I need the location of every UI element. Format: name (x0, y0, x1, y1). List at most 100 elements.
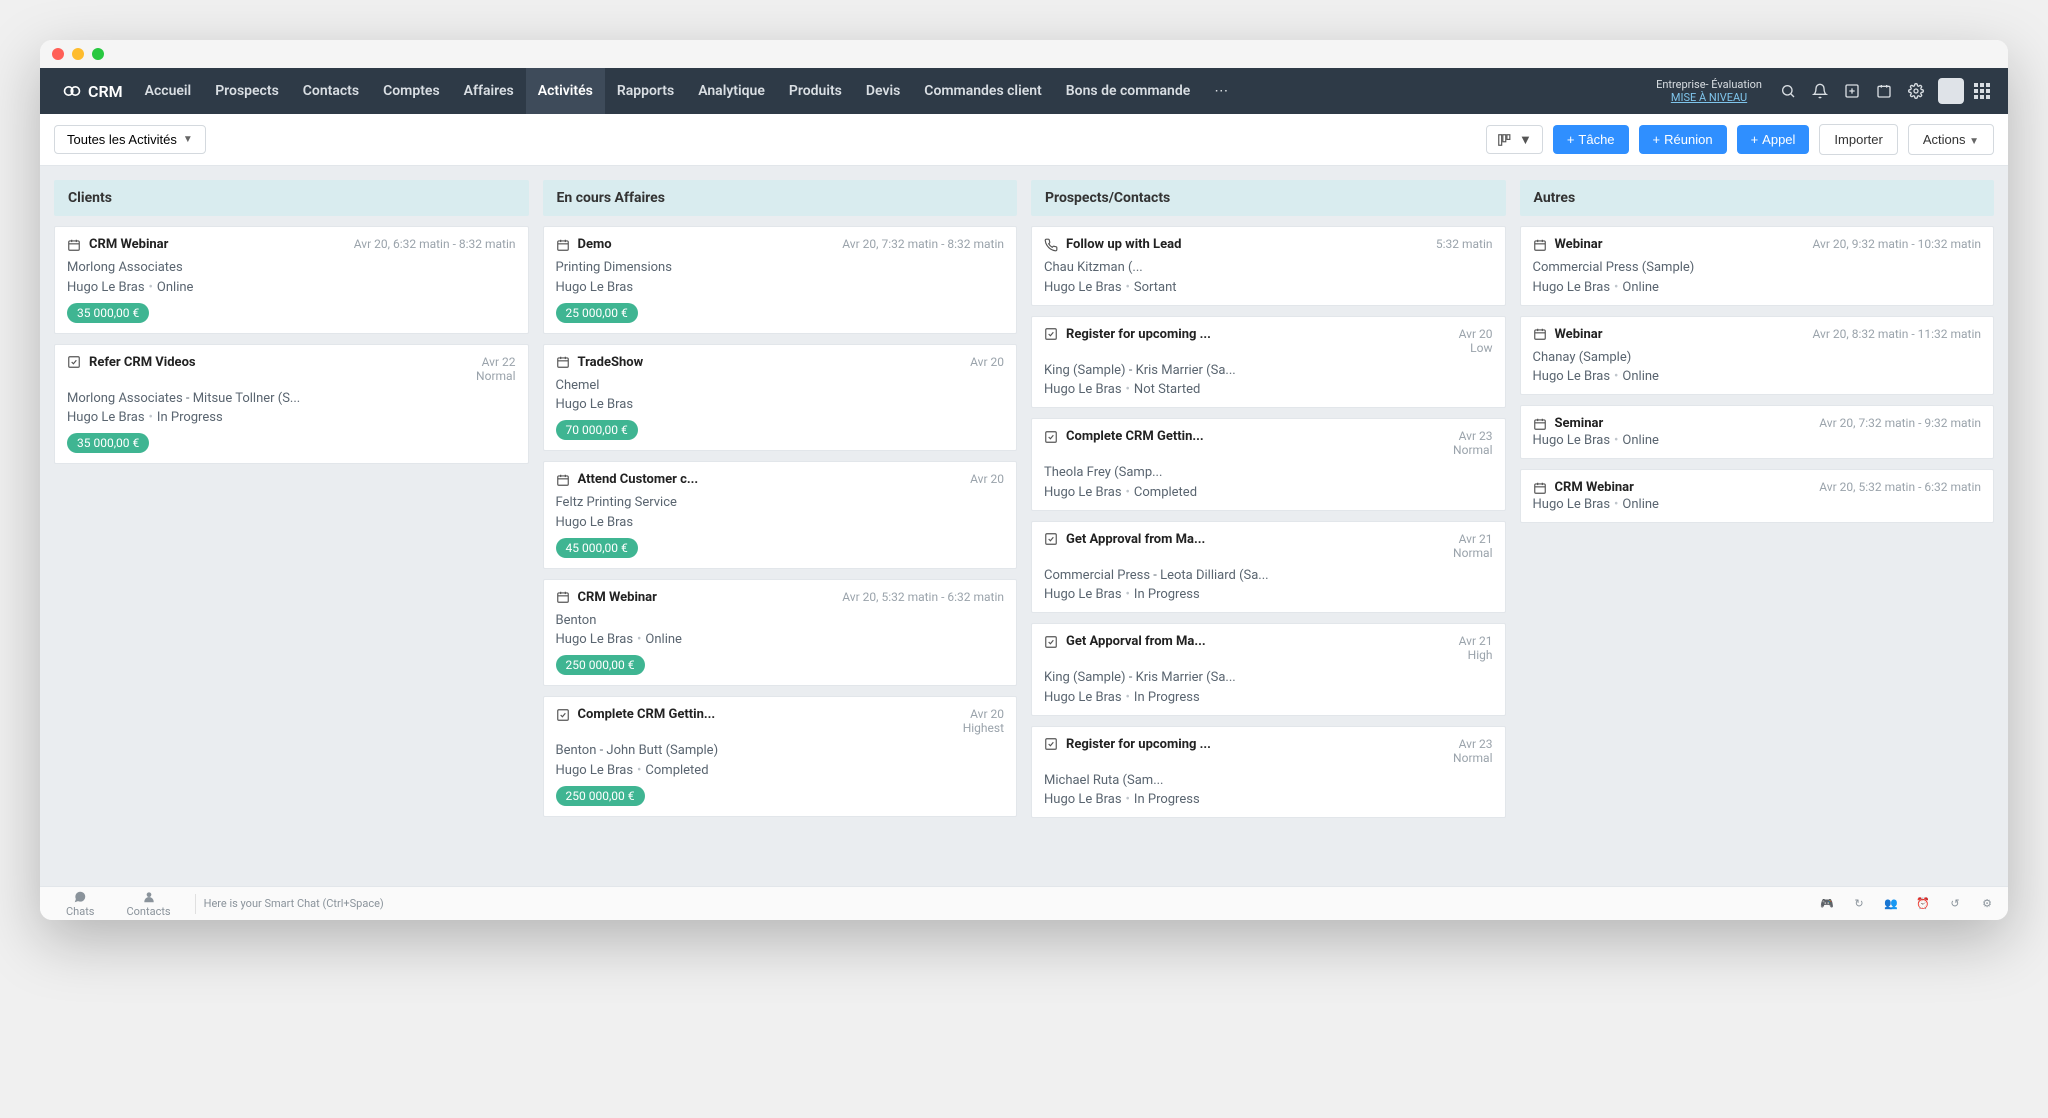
settings-icon[interactable]: ⚙ (1976, 893, 1998, 915)
nav-item-commandes-client[interactable]: Commandes client (912, 68, 1053, 114)
top-navbar: CRM AccueilProspectsContactsComptesAffai… (40, 68, 2008, 114)
card-title: CRM Webinar (89, 237, 168, 252)
import-button[interactable]: Importer (1819, 124, 1897, 155)
upgrade-link[interactable]: MISE À NIVEAU (1671, 91, 1747, 104)
close-window-button[interactable] (52, 48, 64, 60)
contacts-tab[interactable]: Contacts (110, 890, 186, 918)
nav-item-affaires[interactable]: Affaires (452, 68, 526, 114)
nav-item-activités[interactable]: Activités (526, 68, 605, 114)
card-title: Webinar (1555, 237, 1603, 252)
window-titlebar (40, 40, 2008, 68)
nav-item-bons-de-commande[interactable]: Bons de commande (1054, 68, 1203, 114)
card-title: Complete CRM Gettin... (578, 707, 716, 722)
calendar-icon[interactable] (1870, 77, 1898, 105)
history-icon[interactable]: ↺ (1944, 893, 1966, 915)
activity-card[interactable]: CRM WebinarAvr 20, 5:32 matin - 6:32 mat… (1520, 469, 1995, 523)
nav-item-prospects[interactable]: Prospects (203, 68, 291, 114)
activity-card[interactable]: Register for upcoming ...Avr 20LowKing (… (1031, 316, 1506, 409)
card-meta: Avr 21Normal (1453, 532, 1492, 560)
column-header: En cours Affaires (543, 180, 1018, 216)
card-owner-line: Hugo Le Bras•Online (67, 280, 516, 295)
gamepad-icon[interactable]: 🎮 (1816, 893, 1838, 915)
bottom-bar: Chats Contacts Here is your Smart Chat (… (40, 886, 2008, 920)
activity-card[interactable]: Get Apporval from Ma...Avr 21HighKing (S… (1031, 623, 1506, 716)
activity-card[interactable]: WebinarAvr 20, 9:32 matin - 10:32 matinC… (1520, 226, 1995, 306)
activity-card[interactable]: Get Approval from Ma...Avr 21NormalComme… (1031, 521, 1506, 614)
card-meta: Avr 20Highest (963, 707, 1004, 735)
card-title: CRM Webinar (578, 590, 657, 605)
maximize-window-button[interactable] (92, 48, 104, 60)
caret-down-icon: ▼ (1519, 132, 1532, 147)
card-owner-line: Hugo Le Bras•Online (1533, 497, 1982, 512)
chats-tab[interactable]: Chats (50, 890, 110, 918)
kanban-column: Prospects/Contacts Follow up with Lead5:3… (1031, 180, 1506, 818)
kanban-view-button[interactable]: ▼ (1486, 125, 1543, 154)
brand-text: CRM (88, 82, 123, 101)
activity-card[interactable]: Follow up with Lead5:32 matinChau Kitzma… (1031, 226, 1506, 306)
card-subtitle: Commercial Press (Sample) (1533, 258, 1982, 278)
card-title: Refer CRM Videos (89, 355, 196, 370)
card-owner-line: Hugo Le Bras•In Progress (1044, 792, 1493, 807)
activity-card[interactable]: CRM WebinarAvr 20, 6:32 matin - 8:32 mat… (54, 226, 529, 334)
activity-card[interactable]: CRM Webinar Avr 20, 5:32 matin - 6:32 mat… (543, 579, 1018, 687)
card-title: Seminar (1555, 416, 1604, 431)
plus-icon[interactable] (1838, 77, 1866, 105)
card-subtitle: Michael Ruta (Sam... (1044, 771, 1493, 791)
clock-icon[interactable]: ⏰ (1912, 893, 1934, 915)
user-avatar[interactable] (1938, 78, 1964, 104)
card-meta: Avr 20, 5:32 matin - 6:32 matin (842, 590, 1004, 604)
toolbar: Toutes les Activités ▼ ▼ + Tâche + Réuni… (40, 114, 2008, 166)
caret-down-icon: ▼ (183, 134, 193, 145)
smart-chat-hint: Here is your Smart Chat (Ctrl+Space) (204, 897, 384, 910)
filter-label: Toutes les Activités (67, 132, 177, 147)
main-nav: AccueilProspectsContactsComptesAffairesA… (133, 68, 1203, 114)
search-icon[interactable] (1774, 77, 1802, 105)
card-title: Follow up with Lead (1066, 237, 1181, 252)
activity-card[interactable]: Refer CRM VideosAvr 22NormalMorlong Asso… (54, 344, 529, 465)
activity-card[interactable]: WebinarAvr 20, 8:32 matin - 11:32 matinC… (1520, 316, 1995, 396)
card-meta: Avr 20, 8:32 matin - 11:32 matin (1812, 327, 1981, 341)
activity-card[interactable]: Complete CRM Gettin...Avr 23NormalTheola… (1031, 418, 1506, 511)
card-subtitle: King (Sample) - Kris Marrier (Sa... (1044, 668, 1493, 688)
amount-badge: 25 000,00 € (556, 303, 638, 323)
sync-icon[interactable]: ↻ (1848, 893, 1870, 915)
upgrade-line: Entreprise- Évaluation (1656, 78, 1762, 91)
card-subtitle: Chau Kitzman (... (1044, 258, 1493, 278)
add-task-button[interactable]: + Tâche (1553, 125, 1629, 154)
apps-grid-icon[interactable] (1968, 77, 1996, 105)
nav-item-analytique[interactable]: Analytique (686, 68, 777, 114)
card-subtitle: Benton (556, 611, 1005, 631)
activity-card[interactable]: Complete CRM Gettin...Avr 20HighestBento… (543, 696, 1018, 817)
brand-logo[interactable]: CRM (52, 81, 133, 101)
nav-item-rapports[interactable]: Rapports (605, 68, 686, 114)
nav-item-comptes[interactable]: Comptes (371, 68, 452, 114)
nav-item-accueil[interactable]: Accueil (133, 68, 204, 114)
filter-dropdown[interactable]: Toutes les Activités ▼ (54, 125, 206, 154)
minimize-window-button[interactable] (72, 48, 84, 60)
card-subtitle: Commercial Press - Leota Dilliard (Sa... (1044, 566, 1493, 586)
column-header: Prospects/Contacts (1031, 180, 1506, 216)
activity-card[interactable]: SeminarAvr 20, 7:32 matin - 9:32 matinHu… (1520, 405, 1995, 459)
actions-dropdown[interactable]: Actions ▼ (1908, 124, 1994, 155)
activity-card[interactable]: TradeShowAvr 20ChemelHugo Le Bras70 000,… (543, 344, 1018, 452)
add-call-button[interactable]: + Appel (1737, 125, 1810, 154)
add-meeting-button[interactable]: + Réunion (1639, 125, 1727, 154)
activity-card[interactable]: Attend Customer c...Avr 20Feltz Printing… (543, 461, 1018, 569)
card-meta: Avr 20, 7:32 matin - 8:32 matin (842, 237, 1004, 251)
activity-card[interactable]: DemoAvr 20, 7:32 matin - 8:32 matinPrint… (543, 226, 1018, 334)
activity-card[interactable]: Register for upcoming ...Avr 23NormalMic… (1031, 726, 1506, 819)
card-owner-line: Hugo Le Bras•Completed (1044, 485, 1493, 500)
card-title: Complete CRM Gettin... (1066, 429, 1204, 444)
gear-icon[interactable] (1902, 77, 1930, 105)
nav-item-produits[interactable]: Produits (777, 68, 854, 114)
nav-item-devis[interactable]: Devis (854, 68, 912, 114)
people-icon[interactable]: 👥 (1880, 893, 1902, 915)
card-meta: Avr 21High (1459, 634, 1493, 662)
amount-badge: 70 000,00 € (556, 420, 638, 440)
card-subtitle: King (Sample) - Kris Marrier (Sa... (1044, 361, 1493, 381)
bell-icon[interactable] (1806, 77, 1834, 105)
kanban-board: ClientsCRM WebinarAvr 20, 6:32 matin - 8… (40, 166, 2008, 886)
card-owner-line: Hugo Le Bras•Not Started (1044, 382, 1493, 397)
nav-item-contacts[interactable]: Contacts (291, 68, 371, 114)
nav-more-button[interactable]: ⋯ (1202, 83, 1240, 99)
